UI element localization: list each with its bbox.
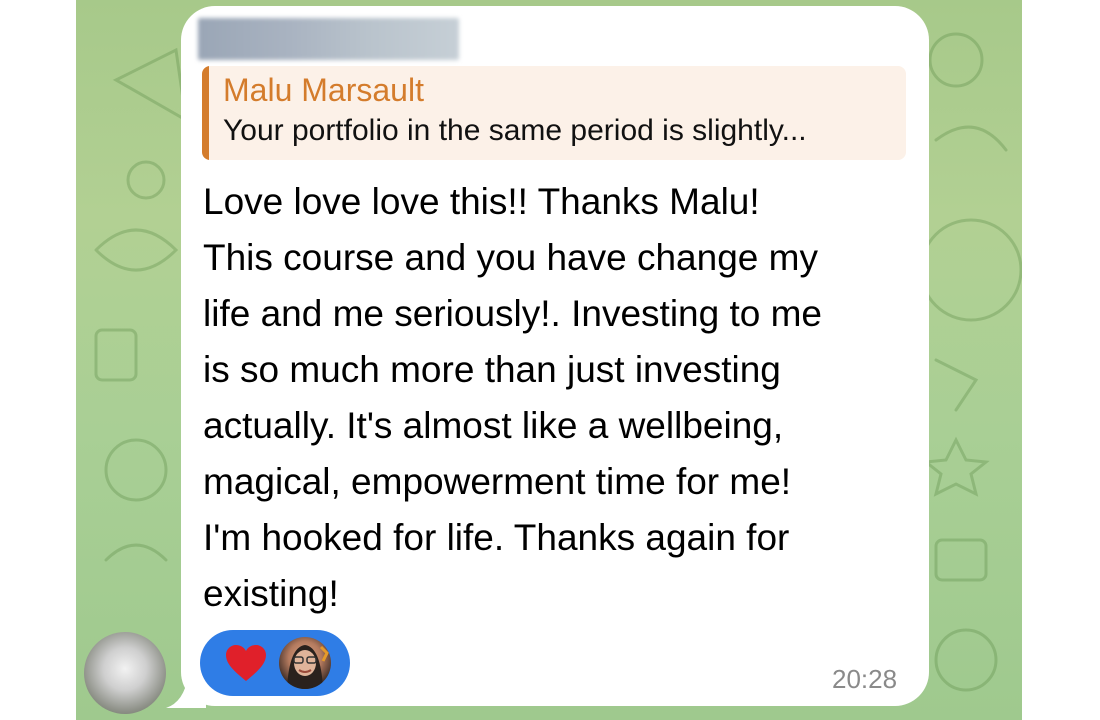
reply-preview[interactable]: Malu Marsault Your portfolio in the same… <box>202 66 906 160</box>
message-line: actually. It's almost like a wellbeing, <box>203 405 784 446</box>
message-line: magical, empowerment time for me! <box>203 461 792 502</box>
message-line: life and me seriously!. Investing to me <box>203 293 823 334</box>
reply-snippet: Your portfolio in the same period is sli… <box>223 114 807 147</box>
message-line: is so much more than just investing <box>203 349 781 390</box>
reactor-avatar[interactable] <box>279 637 331 689</box>
sender-name-redacted <box>198 18 459 60</box>
heart-icon <box>226 645 266 681</box>
reactor-face-icon <box>287 645 329 689</box>
message-timestamp: 20:28 <box>832 664 898 694</box>
sender-avatar[interactable] <box>84 632 166 714</box>
reply-author: Malu Marsault <box>223 72 424 108</box>
message-line: Love love love this!! Thanks Malu! <box>203 181 760 222</box>
message-line: I'm hooked for life. Thanks again for <box>203 517 790 558</box>
message-text: Love love love this!! Thanks Malu! This … <box>203 174 915 622</box>
message-line: existing! <box>203 573 339 614</box>
reply-accent-bar <box>202 66 209 160</box>
message-line: This course and you have change my <box>203 237 818 278</box>
